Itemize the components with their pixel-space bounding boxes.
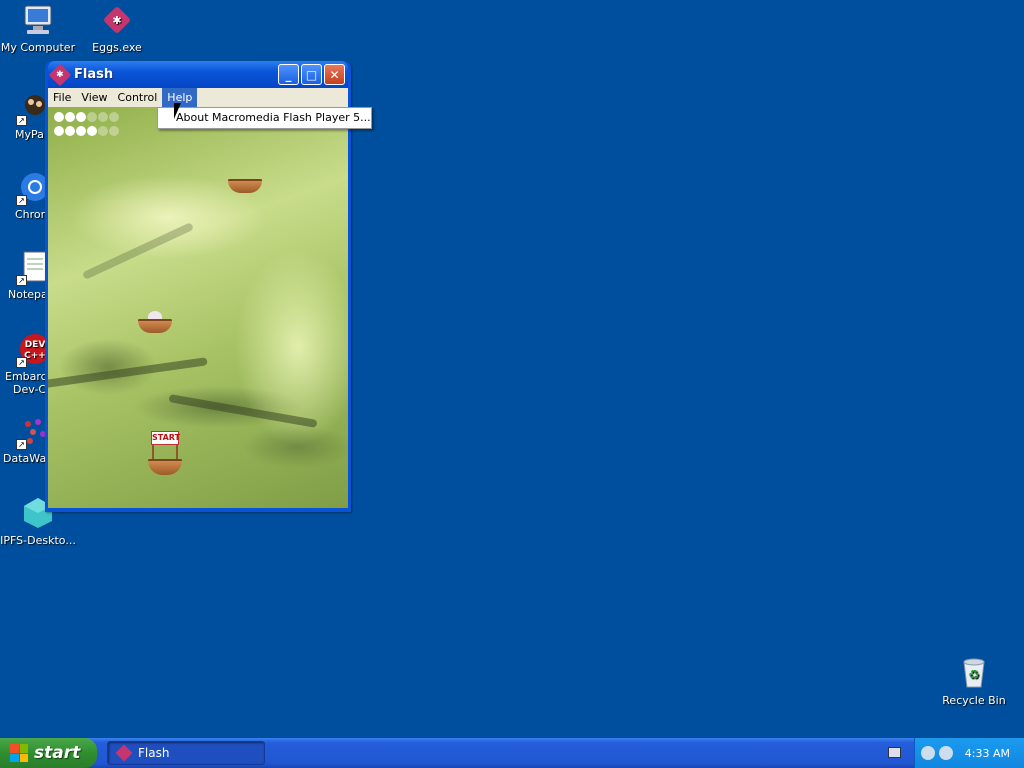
close-icon: ✕: [329, 67, 340, 82]
start-sign: START: [151, 431, 180, 445]
desktop-icon-eggs-exe[interactable]: ✱ Eggs.exe: [77, 3, 157, 54]
flash-app-icon: ✱: [100, 3, 134, 37]
life-dot: [87, 125, 97, 136]
flash-app-icon: [115, 744, 133, 762]
life-dot: [98, 112, 108, 122]
desktop-icon-recycle-bin[interactable]: ♻ Recycle Bin: [934, 656, 1014, 707]
svg-text:✱: ✱: [112, 14, 121, 27]
recycle-bin-icon: ♻: [957, 656, 991, 690]
mouse-cursor-icon: [174, 103, 181, 119]
tray-app-icon[interactable]: [920, 746, 935, 760]
desktop-icon-label: IPFS-Deskto...: [0, 534, 76, 547]
minimize-icon: _: [285, 67, 292, 82]
windows-flag-icon: [10, 744, 28, 762]
life-dot: [109, 125, 119, 136]
life-dot: [65, 125, 75, 136]
life-dot: [109, 112, 119, 122]
help-menu-dropdown: About Macromedia Flash Player 5...: [157, 107, 372, 129]
life-dot: [87, 112, 97, 122]
lives-indicator: [54, 112, 122, 138]
start-button[interactable]: start: [0, 738, 97, 768]
life-dot: [65, 112, 75, 122]
svg-text:C++: C++: [24, 351, 46, 361]
tray-network-icon[interactable]: [938, 746, 953, 760]
clock[interactable]: 4:33 AM: [965, 747, 1010, 760]
taskbar-item-flash[interactable]: Flash: [107, 741, 265, 765]
computer-icon: [21, 3, 55, 37]
window-title: Flash: [74, 67, 114, 82]
system-tray: 4:33 AM: [914, 738, 1024, 768]
life-dot: [76, 125, 86, 136]
moving-basket: [228, 179, 262, 193]
desktop-icon-label: Eggs.exe: [92, 41, 142, 54]
desktop-icon-label: Recycle Bin: [942, 694, 1006, 707]
window-titlebar[interactable]: ✱ Flash _ □ ✕: [48, 61, 348, 88]
tree-branch: [81, 222, 195, 280]
minimize-button[interactable]: _: [278, 64, 299, 85]
tree-branch: [48, 357, 208, 389]
life-dot: [54, 125, 64, 136]
taskbar: start Flash 4:33 AM: [0, 738, 1024, 768]
basket-with-egg: [138, 319, 172, 333]
maximize-icon: □: [305, 67, 318, 82]
flash-app-icon: ✱: [48, 63, 72, 86]
desktop-icon-my-computer[interactable]: My Computer: [0, 3, 78, 54]
menu-control[interactable]: Control: [113, 88, 163, 107]
keyboard-icon[interactable]: [888, 747, 901, 758]
svg-text:DEV: DEV: [25, 340, 46, 350]
maximize-button[interactable]: □: [301, 64, 322, 85]
menu-bar: File View Control Help: [48, 88, 348, 107]
life-dot: [76, 112, 86, 122]
flash-game-stage[interactable]: START: [48, 107, 348, 508]
taskbar-item-label: Flash: [138, 746, 170, 760]
menu-file[interactable]: File: [48, 88, 76, 107]
svg-text:♻: ♻: [968, 668, 980, 683]
start-basket[interactable]: [148, 459, 182, 475]
menu-item-about[interactable]: About Macromedia Flash Player 5...: [176, 111, 371, 124]
start-label: start: [34, 743, 81, 763]
menu-view[interactable]: View: [76, 88, 112, 107]
life-dot: [54, 112, 64, 122]
life-dot: [98, 125, 108, 136]
desktop-icon-label: My Computer: [0, 41, 76, 54]
tree-branch: [168, 394, 318, 428]
close-button[interactable]: ✕: [324, 64, 345, 85]
